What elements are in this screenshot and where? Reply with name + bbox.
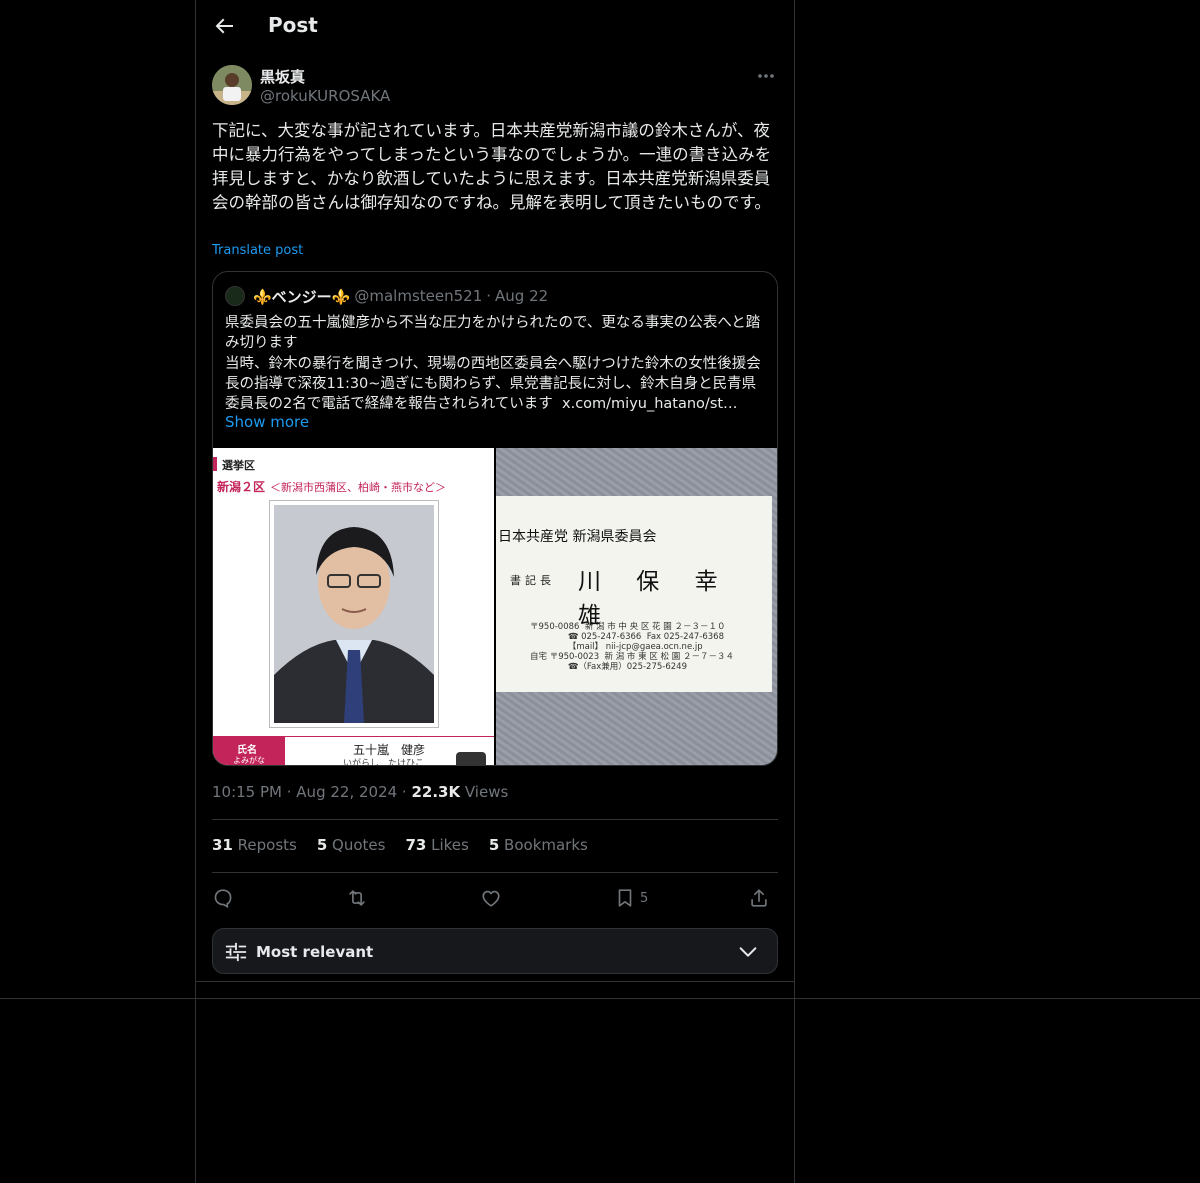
divider xyxy=(212,819,778,820)
show-more-link[interactable]: Show more xyxy=(225,413,309,431)
post-time[interactable]: 10:15 PM xyxy=(212,783,282,801)
share-icon xyxy=(751,889,767,907)
reposts-label: Reposts xyxy=(232,836,297,854)
author-name[interactable]: 黒坂真 xyxy=(260,66,305,87)
quoted-avatar xyxy=(225,286,245,306)
reply-icon xyxy=(214,889,232,909)
next-arrow-icon xyxy=(456,752,486,765)
avatar[interactable] xyxy=(212,65,252,105)
likes-count: 73 xyxy=(405,836,427,854)
quoted-author-handle: @malmsteen521 xyxy=(354,287,483,305)
quoted-separator: · xyxy=(486,287,492,305)
quoted-text: 県委員会の五十嵐健彦から不当な圧力をかけられたので、更なる事実の公表へと踏み切り… xyxy=(225,315,761,413)
tweet-text: 下記に、大変な事が記されています。日本共産党新潟市議の鈴木さんが、夜中に暴力行為… xyxy=(212,121,772,212)
name-label-box: 氏名 よみがな xyxy=(213,737,285,765)
quotes-count: 5 xyxy=(316,836,328,854)
chevron-down-icon xyxy=(739,947,757,957)
reposts-stat[interactable]: 31 Reposts xyxy=(212,836,297,854)
post-meta: 10:15 PM · Aug 22, 2024 · 22.3K Views xyxy=(212,783,508,801)
quoted-tweet[interactable]: ⚜️ベンジー⚜️ @malmsteen521 · Aug 22 県委員会の五十嵐… xyxy=(212,271,778,766)
portrait-frame xyxy=(269,500,439,728)
label-bar xyxy=(213,457,217,471)
quoted-header: ⚜️ベンジー⚜️ @malmsteen521 · Aug 22 xyxy=(225,285,548,307)
likes-stat[interactable]: 73 Likes xyxy=(405,836,468,854)
district-area: ＜新潟市西蒲区、柏崎・燕市など＞ xyxy=(270,481,446,494)
views-label: Views xyxy=(460,783,509,801)
candidate-kana: いがらし たけひこ xyxy=(343,759,425,766)
post-date[interactable]: Aug 22, 2024 xyxy=(296,783,397,801)
candidate-profile-image[interactable]: 選挙区 新潟２区 ＜新潟市西蒲区、柏崎・燕市など＞ 氏名 よみがな 五十嵐 健彦… xyxy=(213,448,494,766)
quotes-label: Quotes xyxy=(327,836,386,854)
views-count: 22.3K xyxy=(411,783,461,801)
repost-button[interactable] xyxy=(346,884,368,912)
sort-label: Most relevant xyxy=(256,943,374,961)
card-name: 川 保 幸 雄 xyxy=(578,569,732,629)
bookmark-count: 5 xyxy=(640,890,649,906)
repost-icon xyxy=(349,890,365,906)
back-button[interactable] xyxy=(212,14,236,38)
quoted-date: Aug 22 xyxy=(495,287,549,305)
more-options-button[interactable] xyxy=(754,64,778,88)
likes-label: Likes xyxy=(426,836,469,854)
sliders-icon xyxy=(225,942,247,962)
name-bar: 氏名 よみがな 五十嵐 健彦 いがらし たけひこ xyxy=(213,736,494,766)
divider xyxy=(0,998,1200,999)
main-column: Post 黒坂真 @rokuKUROSAKA 下記に、大変な事が記されています。… xyxy=(195,0,795,1183)
name-label: 氏名 xyxy=(237,745,257,756)
business-card-image[interactable]: 日本共産党 新潟県委員会 書記長 川 保 幸 雄 〒950-0086 新 潟 市… xyxy=(496,448,777,765)
portrait-photo xyxy=(274,505,434,723)
divider xyxy=(212,872,778,873)
share-button[interactable] xyxy=(748,884,770,912)
reply-sort-dropdown[interactable]: Most relevant xyxy=(212,928,778,974)
bookmarks-count: 5 xyxy=(488,836,500,854)
card-organization: 日本共産党 新潟県委員会 xyxy=(498,529,657,545)
heart-icon xyxy=(482,890,500,907)
bookmark-button[interactable]: 5 xyxy=(614,884,648,912)
business-card: 日本共産党 新潟県委員会 書記長 川 保 幸 雄 〒950-0086 新 潟 市… xyxy=(496,496,772,692)
author-row: 黒坂真 @rokuKUROSAKA xyxy=(212,64,778,108)
author-handle[interactable]: @rokuKUROSAKA xyxy=(260,87,390,105)
like-button[interactable] xyxy=(480,884,502,912)
action-bar: 5 xyxy=(212,884,778,912)
district-name: 新潟２区 xyxy=(217,480,266,494)
card-address: 〒950-0086 新 潟 市 中 央 区 花 園 ２－３－１０ ☎ 025-2… xyxy=(530,622,734,672)
engagement-stats: 31 Reposts 5 Quotes 73 Likes 5 Bookmarks xyxy=(212,836,588,854)
bookmarks-stat[interactable]: 5 Bookmarks xyxy=(489,836,588,854)
header: Post xyxy=(196,0,794,53)
translate-post-link[interactable]: Translate post xyxy=(212,243,303,258)
reposts-count: 31 xyxy=(212,836,233,854)
meta-separator: · xyxy=(397,783,412,801)
arrow-left-icon xyxy=(215,18,233,34)
quotes-stat[interactable]: 5 Quotes xyxy=(317,836,386,854)
meta-separator: · xyxy=(281,783,297,801)
reply-button[interactable] xyxy=(212,884,234,912)
divider xyxy=(195,981,795,982)
more-horizontal-icon xyxy=(758,74,774,78)
quoted-media: 選挙区 新潟２区 ＜新潟市西蒲区、柏崎・燕市など＞ 氏名 よみがな 五十嵐 健彦… xyxy=(213,448,777,766)
page-title: Post xyxy=(268,13,318,37)
card-title: 書記長 xyxy=(510,574,555,587)
constituency-label: 選挙区 xyxy=(222,459,255,472)
bookmarks-label: Bookmarks xyxy=(499,836,588,854)
kana-label: よみがな xyxy=(233,756,265,765)
bookmark-icon xyxy=(618,889,632,907)
quoted-author-name: ⚜️ベンジー⚜️ xyxy=(253,287,351,306)
